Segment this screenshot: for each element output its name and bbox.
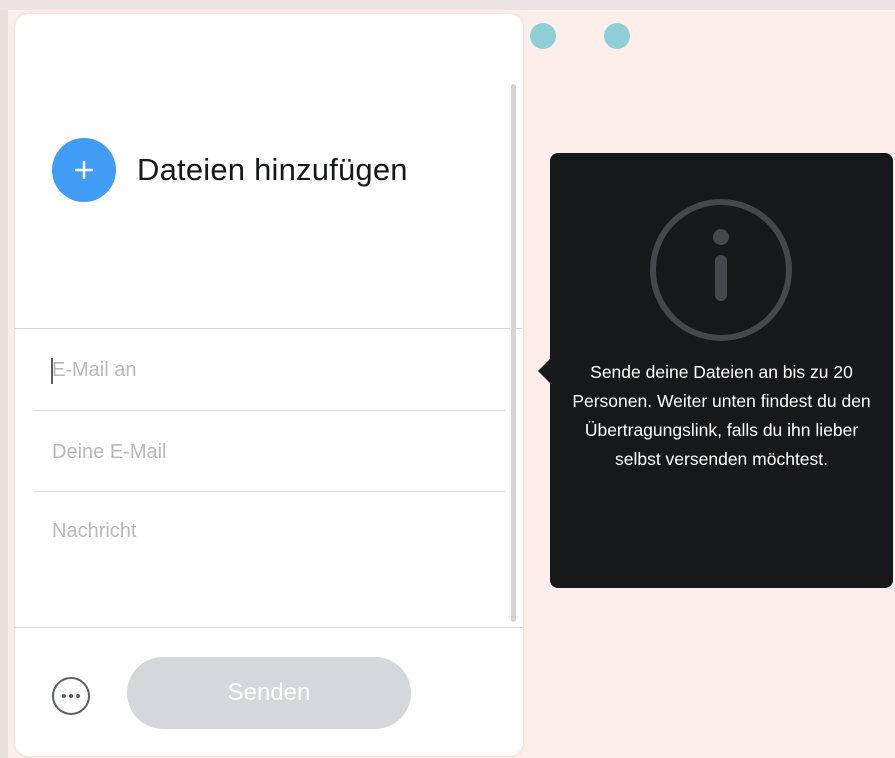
tooltip-arrow (538, 359, 550, 383)
window-edge-left (0, 0, 8, 758)
panel-scrollbar[interactable] (511, 84, 516, 622)
info-tooltip: Sende deine Dateien an bis zu 20 Persone… (538, 153, 893, 588)
send-button[interactable]: Senden (127, 657, 411, 729)
decorative-dot (530, 23, 556, 49)
message-textarea[interactable]: Nachricht (52, 520, 136, 543)
field-divider (33, 491, 505, 492)
plus-icon[interactable] (52, 138, 116, 202)
field-divider (33, 410, 505, 411)
more-options-button[interactable] (52, 677, 90, 715)
email-to-input[interactable]: E-Mail an (52, 359, 136, 382)
info-icon (650, 199, 792, 341)
section-divider (15, 328, 523, 329)
transfer-panel: Dateien hinzufügen E-Mail an Deine E-Mai… (15, 14, 523, 756)
add-files-button[interactable]: Dateien hinzufügen (52, 138, 408, 202)
window-edge-top (0, 0, 895, 10)
tooltip-text: Sende deine Dateien an bis zu 20 Persone… (572, 362, 871, 469)
footer-divider (15, 627, 523, 628)
add-files-label[interactable]: Dateien hinzufügen (137, 152, 408, 188)
your-email-input[interactable]: Deine E-Mail (52, 441, 166, 464)
more-options-icon (62, 694, 80, 698)
decorative-dot (604, 23, 630, 49)
